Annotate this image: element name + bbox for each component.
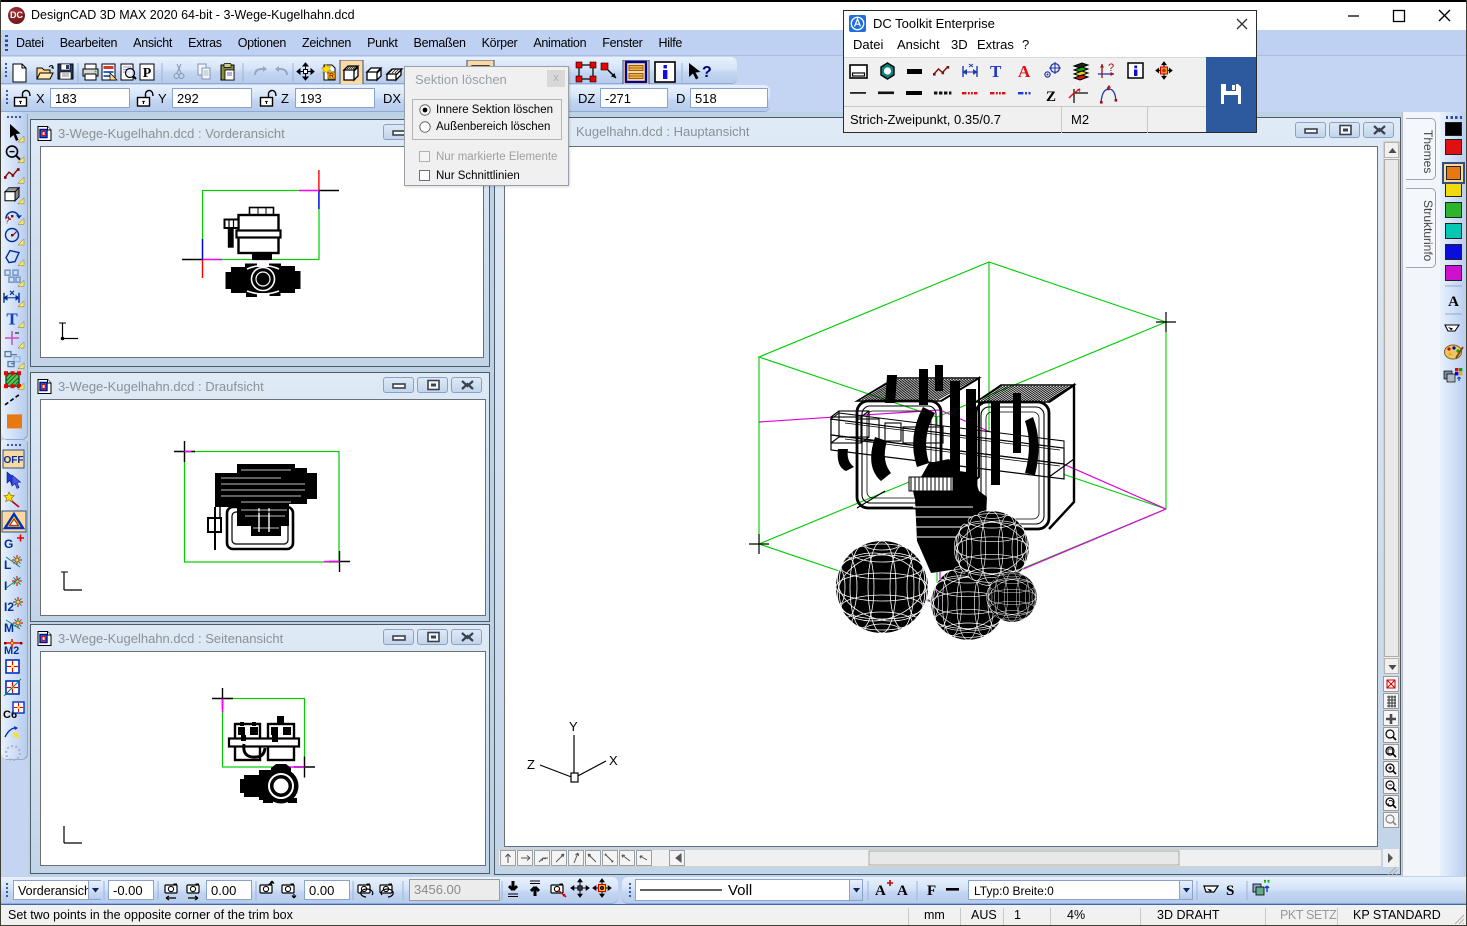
svg-text:?: ? bbox=[1108, 62, 1114, 74]
svg-text:T: T bbox=[6, 309, 18, 328]
svg-text:T: T bbox=[990, 62, 1002, 81]
svg-text:P: P bbox=[143, 66, 152, 81]
svg-text:A: A bbox=[1448, 294, 1459, 310]
svg-text:OFF: OFF bbox=[4, 455, 24, 466]
svg-text:?: ? bbox=[5, 216, 10, 225]
svg-text:Y: Y bbox=[158, 91, 167, 106]
svg-text:A: A bbox=[875, 883, 886, 899]
svg-text:G: G bbox=[4, 537, 13, 551]
svg-text:I: I bbox=[4, 579, 7, 593]
svg-text:Voll: Voll bbox=[728, 882, 752, 899]
svg-text:R: R bbox=[329, 73, 334, 80]
svg-text:X: X bbox=[36, 91, 45, 106]
svg-text:Z: Z bbox=[1046, 89, 1056, 105]
svg-text:Y: Y bbox=[569, 719, 578, 734]
svg-text:Z: Z bbox=[281, 91, 289, 106]
svg-text:A: A bbox=[897, 883, 908, 899]
svg-text:DZ: DZ bbox=[578, 91, 595, 106]
svg-text:F: F bbox=[927, 883, 936, 899]
svg-text:?: ? bbox=[702, 64, 712, 81]
svg-text:I2: I2 bbox=[4, 600, 14, 614]
svg-text:M: M bbox=[4, 621, 14, 635]
svg-text:DX: DX bbox=[383, 91, 401, 106]
svg-text:Z: Z bbox=[527, 757, 535, 772]
svg-text:D: D bbox=[676, 91, 685, 106]
svg-text:X: X bbox=[609, 753, 618, 768]
svg-text:S: S bbox=[1226, 883, 1234, 899]
svg-text:A: A bbox=[1018, 62, 1031, 81]
